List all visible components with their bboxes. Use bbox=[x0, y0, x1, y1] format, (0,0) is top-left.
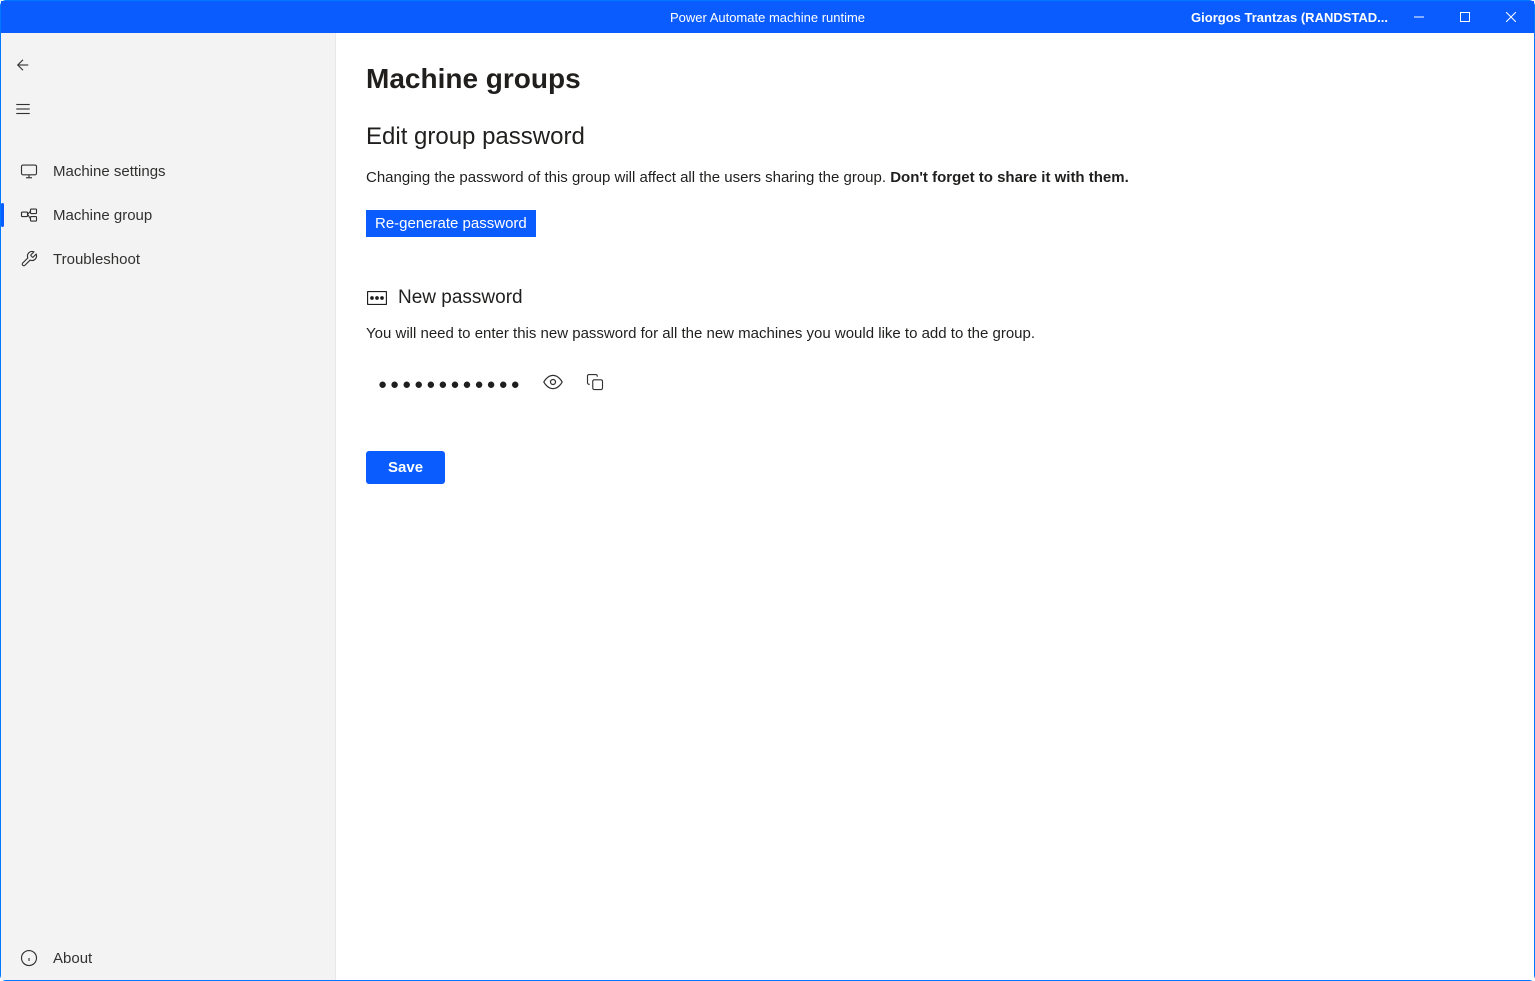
maximize-button[interactable] bbox=[1442, 1, 1488, 33]
minimize-button[interactable] bbox=[1396, 1, 1442, 33]
info-icon bbox=[19, 948, 39, 968]
hamburger-button[interactable] bbox=[1, 87, 45, 131]
window-title: Power Automate machine runtime bbox=[670, 10, 865, 25]
sidebar-item-about[interactable]: About bbox=[1, 936, 335, 980]
sidebar-item-label: Machine settings bbox=[53, 163, 166, 180]
main-content: Machine groups Edit group password Chang… bbox=[336, 33, 1534, 980]
sidebar-item-machine-group[interactable]: Machine group bbox=[1, 193, 335, 237]
password-row: ●●●●●●●●●●●● bbox=[366, 372, 1534, 396]
description-bold: Don't forget to share it with them. bbox=[890, 169, 1129, 186]
back-button[interactable] bbox=[1, 43, 45, 87]
user-name[interactable]: Giorgos Trantzas (RANDSTAD... bbox=[1191, 10, 1388, 25]
sidebar-item-label: Machine group bbox=[53, 207, 152, 224]
sidebar-item-label: Troubleshoot bbox=[53, 251, 140, 268]
window-controls bbox=[1396, 1, 1534, 33]
about-label: About bbox=[53, 950, 92, 967]
copy-password-button[interactable] bbox=[583, 372, 607, 396]
close-button[interactable] bbox=[1488, 1, 1534, 33]
new-password-label-text: New password bbox=[398, 287, 523, 309]
wrench-icon bbox=[19, 249, 39, 269]
copy-icon bbox=[586, 373, 604, 396]
monitor-icon bbox=[19, 161, 39, 181]
title-bar: Power Automate machine runtime Giorgos T… bbox=[1, 1, 1534, 33]
section-title: Edit group password bbox=[366, 123, 1534, 151]
new-password-heading: New password bbox=[366, 287, 1534, 309]
sidebar-item-machine-settings[interactable]: Machine settings bbox=[1, 149, 335, 193]
save-button[interactable]: Save bbox=[366, 451, 445, 484]
group-icon bbox=[19, 205, 39, 225]
new-password-description: You will need to enter this new password… bbox=[366, 325, 1534, 342]
sidebar-item-troubleshoot[interactable]: Troubleshoot bbox=[1, 237, 335, 281]
password-value: ●●●●●●●●●●●● bbox=[378, 376, 523, 393]
regenerate-password-button[interactable]: Re-generate password bbox=[366, 210, 536, 237]
sidebar: Machine settings Machine group Troublesh… bbox=[1, 33, 336, 980]
password-field-icon bbox=[366, 287, 388, 309]
eye-icon bbox=[543, 372, 563, 397]
show-password-button[interactable] bbox=[541, 372, 565, 396]
description-text: Changing the password of this group will… bbox=[366, 169, 890, 186]
section-description: Changing the password of this group will… bbox=[366, 169, 1534, 186]
page-title: Machine groups bbox=[366, 63, 1534, 95]
